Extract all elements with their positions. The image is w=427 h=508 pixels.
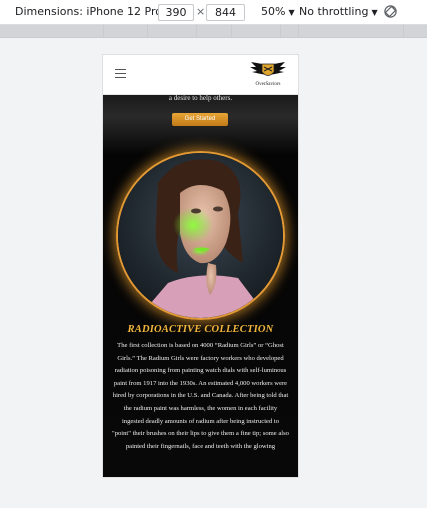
dimension-separator: × bbox=[196, 5, 206, 18]
ruler-marker bbox=[103, 25, 104, 37]
height-input[interactable]: 844 bbox=[206, 4, 245, 21]
section-title: RADIOACTIVE COLLECTION bbox=[127, 324, 274, 335]
ruler-bar bbox=[0, 25, 427, 37]
site-header: OverSaviors bbox=[103, 55, 298, 95]
device-viewport: OverSaviors a desire to help others. Get… bbox=[103, 55, 298, 477]
ruler-marker bbox=[231, 25, 232, 37]
collection-image-frame bbox=[116, 151, 285, 320]
winged-shield-icon bbox=[250, 62, 286, 76]
chevron-down-icon: ▼ bbox=[288, 8, 295, 17]
width-input[interactable]: 390 bbox=[158, 4, 194, 21]
media-query-ruler bbox=[0, 25, 427, 38]
hamburger-menu-icon[interactable] bbox=[115, 69, 126, 78]
collection-description: The first collection is based on 4000 “R… bbox=[112, 342, 289, 450]
ruler-marker bbox=[403, 25, 404, 37]
zoom-dropdown[interactable]: 50% ▼ bbox=[261, 5, 295, 18]
throttling-dropdown[interactable]: No throttling ▼ bbox=[299, 5, 378, 18]
radium-girl-portrait bbox=[116, 151, 285, 320]
site-logo[interactable]: OverSaviors bbox=[248, 61, 288, 89]
devtools-device-toolbar: Dimensions: iPhone 12 Pro▼ 390 × 844 50%… bbox=[0, 0, 427, 25]
ruler-marker bbox=[196, 25, 197, 37]
chevron-down-icon: ▼ bbox=[371, 8, 378, 17]
zoom-label: 50% bbox=[261, 5, 286, 18]
logo-text: OverSaviors bbox=[255, 82, 281, 87]
rotate-icon[interactable] bbox=[383, 4, 398, 19]
throttling-label: No throttling bbox=[299, 5, 369, 18]
ruler-marker bbox=[298, 25, 299, 37]
device-label: Dimensions: iPhone 12 Pro bbox=[15, 5, 162, 18]
device-dropdown[interactable]: Dimensions: iPhone 12 Pro▼ bbox=[15, 5, 171, 18]
hero-section: a desire to help others. Get Started RAD… bbox=[103, 94, 298, 477]
hero-text: a desire to help others. bbox=[168, 94, 233, 102]
ruler-marker bbox=[147, 25, 148, 37]
ruler-marker bbox=[280, 25, 281, 37]
get-started-button[interactable]: Get Started bbox=[172, 113, 228, 126]
